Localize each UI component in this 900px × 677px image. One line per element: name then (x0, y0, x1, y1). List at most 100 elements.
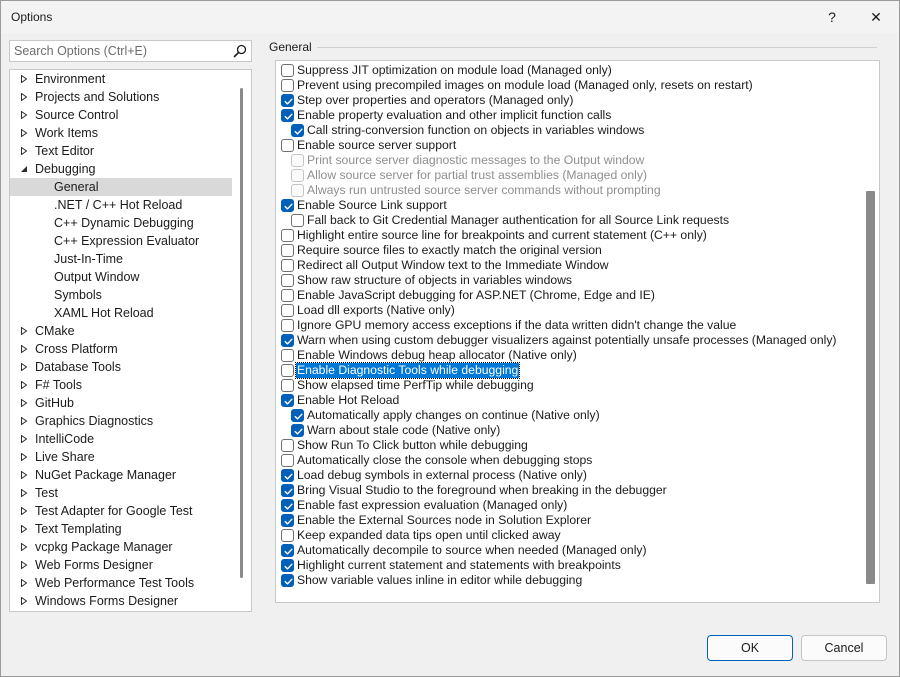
collapsed-arrow-icon[interactable] (20, 561, 28, 569)
option-checkbox[interactable] (281, 64, 294, 77)
options-tree[interactable]: Windows Forms Designer Web Performance Te… (9, 69, 252, 612)
collapsed-arrow-icon[interactable] (20, 597, 28, 605)
tree-item[interactable]: Text Editor (10, 142, 232, 160)
option-checkbox[interactable] (281, 139, 294, 152)
option-checkbox[interactable] (281, 94, 294, 107)
tree-item[interactable]: Web Performance Test Tools (10, 574, 232, 592)
option-checkbox[interactable] (281, 574, 294, 587)
option-checkbox[interactable] (281, 379, 294, 392)
tree-item[interactable]: Source Control (10, 106, 232, 124)
option-checkbox[interactable] (281, 259, 294, 272)
tree-item[interactable]: vcpkg Package Manager (10, 538, 232, 556)
collapsed-arrow-icon[interactable] (20, 363, 28, 371)
tree-item[interactable]: Graphics Diagnostics (10, 412, 232, 430)
tree-item[interactable]: .NET / C++ Hot Reload (10, 196, 232, 214)
tree-item[interactable]: Windows Forms Designer (10, 592, 232, 610)
option-checkbox[interactable] (281, 484, 294, 497)
option-checkbox[interactable] (291, 424, 304, 437)
tree-item[interactable]: Cross Platform (10, 340, 232, 358)
option-checkbox[interactable] (281, 289, 294, 302)
collapsed-arrow-icon[interactable] (20, 381, 28, 389)
tree-item-label: IntelliCode (35, 432, 95, 446)
search-icon[interactable] (232, 43, 248, 59)
ok-button[interactable]: OK (707, 635, 793, 661)
collapsed-arrow-icon[interactable] (20, 525, 28, 533)
collapsed-arrow-icon[interactable] (20, 417, 28, 425)
tree-item[interactable]: F# Tools (10, 376, 232, 394)
option-checkbox[interactable] (291, 409, 304, 422)
collapsed-arrow-icon[interactable] (20, 111, 28, 119)
option-checkbox[interactable] (281, 334, 294, 347)
collapsed-arrow-icon[interactable] (20, 579, 28, 587)
option-checkbox[interactable] (281, 199, 294, 212)
tree-item[interactable]: Projects and Solutions (10, 88, 232, 106)
checkmark-icon (284, 578, 293, 585)
close-button[interactable]: ✕ (853, 1, 899, 33)
tree-item[interactable]: C++ Expression Evaluator (10, 232, 232, 250)
tree-item[interactable]: Symbols (10, 286, 232, 304)
option-checkbox[interactable] (281, 514, 294, 527)
options-dialog: Options ? ✕ Windows Forms Designer Web Pe… (0, 0, 900, 677)
tree-item[interactable]: IntelliCode (10, 430, 232, 448)
tree-item[interactable]: Output Window (10, 268, 232, 286)
tree-item[interactable]: XAML Hot Reload (10, 304, 232, 322)
option-checkbox[interactable] (281, 304, 294, 317)
option-checkbox (291, 154, 304, 167)
tree-item[interactable]: Work Items (10, 124, 232, 142)
tree-item[interactable]: Test (10, 484, 232, 502)
option-checkbox[interactable] (281, 319, 294, 332)
tree-item[interactable]: C++ Dynamic Debugging (10, 214, 232, 232)
collapsed-arrow-icon[interactable] (20, 471, 28, 479)
expanded-arrow-icon[interactable] (20, 165, 28, 173)
collapsed-arrow-icon[interactable] (20, 147, 28, 155)
help-button[interactable]: ? (809, 1, 855, 33)
collapsed-arrow-icon[interactable] (20, 75, 28, 83)
tree-item[interactable]: Text Templating (10, 520, 232, 538)
tree-item[interactable]: GitHub (10, 394, 232, 412)
option-checkbox[interactable] (291, 124, 304, 137)
search-input[interactable] (10, 41, 230, 61)
tree-item[interactable]: Test Adapter for Google Test (10, 502, 232, 520)
option-checkbox[interactable] (281, 274, 294, 287)
tree-item[interactable]: Just-In-Time (10, 250, 232, 268)
option-checkbox[interactable] (281, 439, 294, 452)
tree-item[interactable]: Live Share (10, 448, 232, 466)
options-scrollbar[interactable] (866, 191, 875, 584)
collapsed-arrow-icon[interactable] (20, 399, 28, 407)
tree-item[interactable]: General (10, 178, 232, 196)
tree-item[interactable]: Debugging (10, 160, 232, 178)
option-label: Call string-conversion function on objec… (307, 123, 645, 137)
collapsed-arrow-icon[interactable] (20, 507, 28, 515)
cancel-button[interactable]: Cancel (801, 635, 887, 661)
option-checkbox[interactable] (281, 244, 294, 257)
tree-item[interactable]: Web Forms Designer (10, 556, 232, 574)
tree-item[interactable]: Database Tools (10, 358, 232, 376)
option-checkbox[interactable] (281, 544, 294, 557)
collapsed-arrow-icon[interactable] (20, 543, 28, 551)
option-checkbox[interactable] (281, 469, 294, 482)
option-checkbox[interactable] (281, 79, 294, 92)
tree-scrollbar[interactable] (240, 88, 243, 578)
option-checkbox[interactable] (281, 454, 294, 467)
tree-item[interactable]: CMake (10, 322, 232, 340)
collapsed-arrow-icon[interactable] (20, 435, 28, 443)
collapsed-arrow-icon[interactable] (20, 93, 28, 101)
collapsed-arrow-icon[interactable] (20, 129, 28, 137)
option-checkbox[interactable] (281, 559, 294, 572)
collapsed-arrow-icon[interactable] (20, 489, 28, 497)
option-checkbox[interactable] (281, 499, 294, 512)
option-checkbox[interactable] (281, 109, 294, 122)
option-checkbox[interactable] (281, 529, 294, 542)
collapsed-arrow-icon[interactable] (20, 453, 28, 461)
option-label: Step over properties and operators (Mana… (297, 93, 574, 107)
option-checkbox[interactable] (281, 349, 294, 362)
option-checkbox[interactable] (281, 229, 294, 242)
collapsed-arrow-icon[interactable] (20, 345, 28, 353)
option-label: Enable Source Link support (297, 198, 447, 212)
collapsed-arrow-icon[interactable] (20, 327, 28, 335)
tree-item[interactable]: Environment (10, 70, 232, 88)
tree-item[interactable]: NuGet Package Manager (10, 466, 232, 484)
option-checkbox[interactable] (281, 394, 294, 407)
option-checkbox[interactable] (291, 214, 304, 227)
option-checkbox[interactable] (281, 364, 294, 377)
